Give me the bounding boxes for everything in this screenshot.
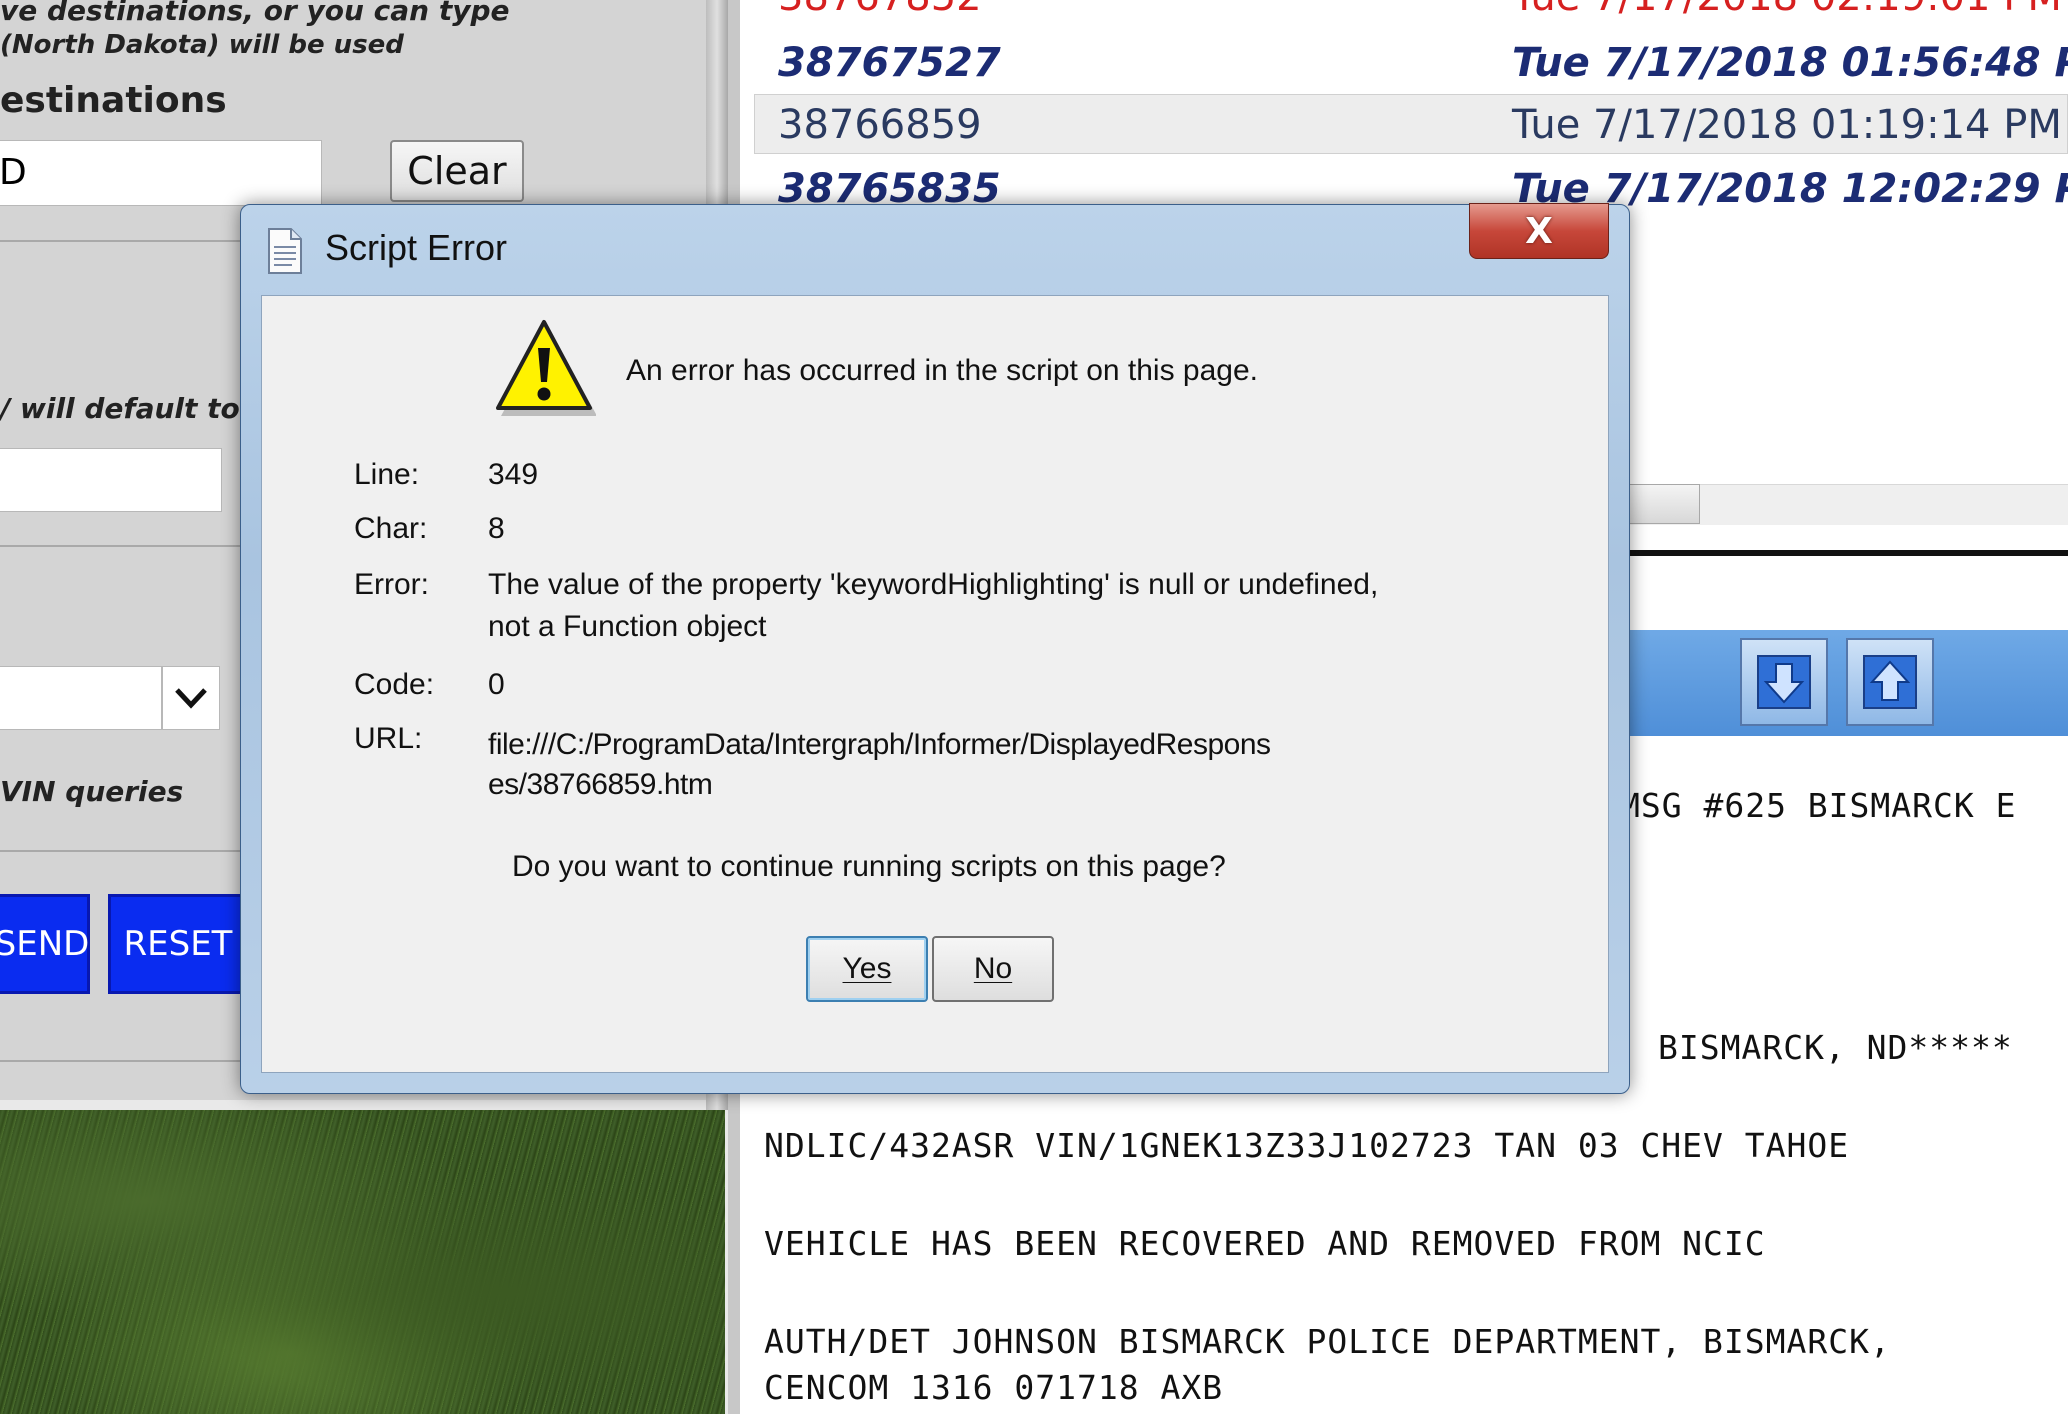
arrow-down-icon — [1757, 655, 1811, 709]
error-value-line-1: The value of the property 'keywordHighli… — [488, 568, 1379, 601]
close-button[interactable]: X — [1469, 203, 1609, 259]
message-id[interactable]: 38767852 — [778, 0, 982, 20]
url-value-line-2: es/38766859.htm — [488, 768, 713, 801]
message-id[interactable]: 38766859 — [778, 102, 982, 148]
dialog-title: Script Error — [325, 227, 508, 268]
message-vehicle-line: NDLIC/432ASR VIN/1GNEK13Z33J102723 TAN 0… — [764, 1126, 1850, 1165]
char-label: Char: — [354, 512, 428, 545]
message-recovered-line: VEHICLE HAS BEEN RECOVERED AND REMOVED F… — [764, 1224, 1766, 1263]
message-auth-line: AUTH/DET JOHNSON BISMARCK POLICE DEPARTM… — [764, 1322, 1891, 1361]
destinations-label: estinations — [0, 80, 227, 121]
message-date[interactable]: Tue 7/17/2018 01:19:14 PM — [1512, 102, 2062, 148]
vin-select-dropdown[interactable] — [162, 666, 220, 730]
line-value: 349 — [488, 458, 539, 491]
warning-icon — [492, 318, 597, 418]
dialog-content: An error has occurred in the script on t… — [261, 295, 1609, 1073]
arrow-up-icon — [1863, 655, 1917, 709]
message-date[interactable]: Tue 7/17/2018 01:56:48 PM — [1512, 40, 2068, 86]
no-button-label: No — [973, 952, 1013, 985]
message-cencom-line: CENCOM 1316 071718 AXB — [764, 1368, 1224, 1407]
instructions-text-2: (North Dakota) will be used — [0, 30, 404, 60]
destinations-input[interactable]: D — [0, 140, 322, 206]
error-label: Error: — [354, 568, 429, 601]
close-icon: X — [1525, 210, 1553, 252]
vin-select[interactable] — [0, 666, 162, 730]
yes-button-label: Yes — [842, 952, 892, 985]
state-select[interactable] — [0, 448, 222, 512]
desktop-wallpaper — [0, 1110, 725, 1414]
document-icon — [265, 227, 305, 275]
url-label: URL: — [354, 722, 423, 755]
chevron-down-icon — [175, 688, 207, 709]
code-value: 0 — [488, 668, 505, 701]
error-value-line-2: not a Function object — [488, 610, 767, 643]
continue-question: Do you want to continue running scripts … — [512, 850, 1226, 883]
vin-note-text: VIN queries — [0, 775, 184, 808]
clear-button[interactable]: Clear — [390, 140, 524, 202]
char-value: 8 — [488, 512, 505, 545]
previous-message-button[interactable] — [1846, 638, 1934, 726]
message-date[interactable]: Tue 7/17/2018 02:19:01 PM — [1512, 0, 2062, 20]
no-button[interactable]: No — [932, 936, 1054, 1002]
line-label: Line: — [354, 458, 420, 491]
url-value-line-1: file:///C:/ProgramData/Intergraph/Inform… — [488, 728, 1271, 761]
message-id[interactable]: 38767527 — [778, 40, 1001, 86]
message-location-line: BISMARCK, ND***** — [1658, 1028, 2013, 1067]
script-error-dialog: Script Error X An error has occurred in … — [240, 203, 1630, 1094]
yes-button[interactable]: Yes — [806, 936, 928, 1002]
reset-button[interactable]: RESET — [108, 894, 248, 994]
send-button[interactable]: SEND — [0, 894, 90, 994]
instructions-text-1: ve destinations, or you can type — [0, 0, 510, 27]
code-label: Code: — [354, 668, 435, 701]
next-message-button[interactable] — [1740, 638, 1828, 726]
default-note-text: / will default to c — [0, 392, 267, 425]
message-header-line: MSG #625 BISMARCK E — [1620, 786, 2017, 825]
error-message: An error has occurred in the script on t… — [626, 354, 1258, 387]
